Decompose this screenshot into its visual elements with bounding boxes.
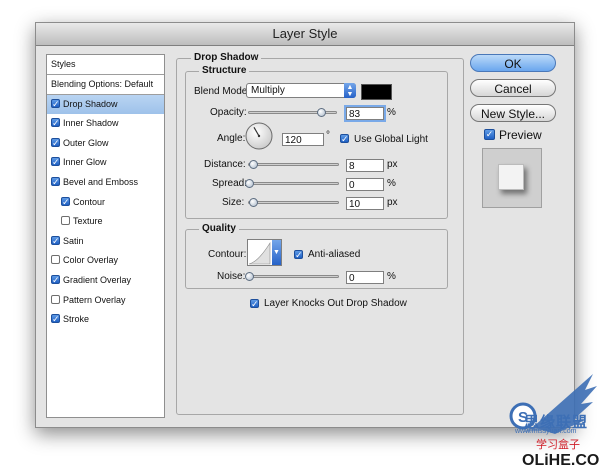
opacity-label: Opacity: — [210, 107, 247, 118]
distance-field[interactable]: 8 — [346, 159, 384, 172]
noise-unit: % — [387, 271, 396, 282]
style-item-label: Drop Shadow — [63, 98, 118, 109]
shadow-color-swatch[interactable] — [361, 84, 392, 100]
style-item-label: Gradient Overlay — [63, 275, 132, 285]
style-item-label: Blending Options: Default — [51, 79, 154, 89]
spread-field[interactable]: 0 — [346, 178, 384, 191]
anti-aliased-label: Anti-aliased — [308, 249, 361, 260]
size-slider-handle[interactable] — [248, 198, 258, 207]
angle-label: Angle: — [217, 133, 246, 144]
dialog-title: Layer Style — [36, 23, 574, 46]
style-item-outer-glow[interactable]: ✓ Outer Glow — [47, 134, 164, 153]
ok-button[interactable]: OK — [470, 54, 556, 72]
chevron-updown-icon: ▲ ▼ — [344, 83, 356, 98]
knockout-label: Layer Knocks Out Drop Shadow — [264, 298, 407, 309]
use-global-light-label: Use Global Light — [354, 134, 428, 145]
style-item-label: Pattern Overlay — [63, 294, 126, 305]
style-item-blending-options-default[interactable]: Blending Options: Default — [47, 75, 164, 95]
styles-list: Styles Blending Options: Default ✓ Drop Sha… — [46, 54, 165, 418]
opacity-unit: % — [387, 107, 396, 118]
chevron-down-icon: ▼ — [272, 240, 281, 265]
style-item-contour[interactable]: ✓ Contour — [47, 193, 164, 212]
style-item-checkbox[interactable]: ✓ — [51, 137, 60, 147]
style-item-gradient-overlay[interactable]: ✓ Gradient Overlay — [47, 271, 164, 290]
layer-style-dialog: Layer Style Styles Blending Options: Defa… — [35, 22, 575, 428]
new-style-button[interactable]: New Style... — [470, 104, 556, 122]
quality-title: Quality — [199, 223, 239, 235]
styles-list-header: Styles — [47, 55, 164, 75]
distance-unit: px — [387, 159, 398, 170]
styles-header-label: Styles — [51, 59, 76, 69]
spread-slider[interactable] — [245, 179, 339, 188]
opacity-slider[interactable] — [248, 108, 337, 117]
style-item-checkbox[interactable] — [51, 294, 60, 304]
style-item-checkbox[interactable]: ✓ — [51, 314, 60, 324]
style-item-checkbox[interactable]: ✓ — [51, 177, 60, 187]
size-field[interactable]: 10 — [346, 197, 384, 210]
spread-slider-handle[interactable] — [245, 179, 254, 188]
cancel-button[interactable]: Cancel — [470, 79, 556, 97]
watermark-cn-text: 学习盒子 — [536, 438, 580, 451]
noise-field[interactable]: 0 — [346, 271, 384, 284]
style-item-checkbox[interactable]: ✓ — [51, 275, 60, 285]
style-item-label: Satin — [63, 235, 84, 246]
style-item-label: Contour — [73, 196, 106, 207]
anti-aliased-checkbox[interactable]: ✓ — [294, 250, 303, 260]
blend-mode-select[interactable]: Multiply ▲ ▼ — [246, 83, 356, 98]
style-item-stroke[interactable]: ✓ Stroke — [47, 310, 164, 329]
size-slider[interactable] — [248, 198, 339, 207]
noise-label: Noise: — [217, 271, 246, 282]
preview-swatch — [498, 164, 524, 190]
contour-curve-icon — [248, 241, 271, 265]
preview-checkbox[interactable]: ✓ — [484, 129, 495, 140]
style-item-label: Inner Shadow — [63, 118, 119, 129]
angle-dial[interactable] — [245, 122, 273, 150]
style-item-label: Inner Glow — [63, 157, 107, 168]
style-item-label: Color Overlay — [63, 255, 119, 266]
style-item-checkbox[interactable]: ✓ — [51, 157, 60, 167]
style-item-bevel-and-emboss[interactable]: ✓ Bevel and Emboss — [47, 173, 164, 192]
style-item-checkbox[interactable]: ✓ — [61, 196, 70, 206]
style-item-label: Bevel and Emboss — [63, 177, 139, 187]
size-unit: px — [387, 197, 398, 208]
opacity-field[interactable]: 83 — [346, 107, 384, 120]
spread-unit: % — [387, 178, 396, 189]
style-item-label: Stroke — [63, 314, 90, 325]
distance-slider[interactable] — [248, 160, 339, 169]
knockout-checkbox[interactable]: ✓ — [250, 299, 259, 309]
style-item-checkbox[interactable] — [51, 255, 60, 265]
watermark-brand: OLiHE.COM — [522, 452, 600, 469]
style-item-checkbox[interactable]: ✓ — [51, 235, 60, 245]
style-item-checkbox[interactable]: ✓ — [51, 118, 60, 128]
style-item-inner-shadow[interactable]: ✓ Inner Shadow — [47, 114, 164, 133]
preview-label: Preview — [499, 128, 542, 142]
style-item-inner-glow[interactable]: ✓ Inner Glow — [47, 153, 164, 172]
watermark-url: www.missyuan.com — [515, 428, 577, 435]
style-item-texture[interactable]: Texture — [47, 212, 164, 231]
noise-slider-handle[interactable] — [245, 272, 254, 281]
preview-thumbnail — [482, 148, 542, 208]
blend-mode-value: Multiply — [251, 85, 285, 96]
angle-field[interactable]: 120 — [282, 133, 324, 146]
style-item-pattern-overlay[interactable]: Pattern Overlay — [47, 291, 164, 310]
style-item-color-overlay[interactable]: Color Overlay — [47, 251, 164, 270]
spread-label: Spread: — [212, 178, 248, 189]
style-item-label: Texture — [73, 216, 103, 227]
style-item-label: Outer Glow — [63, 137, 109, 148]
drop-shadow-title: Drop Shadow — [191, 52, 262, 64]
size-label: Size: — [222, 197, 245, 208]
noise-slider[interactable] — [245, 272, 339, 281]
structure-title: Structure — [199, 65, 250, 77]
blend-mode-label: Blend Mode: — [194, 86, 251, 97]
use-global-light-checkbox[interactable]: ✓ — [340, 134, 349, 144]
style-item-checkbox[interactable] — [61, 216, 70, 226]
distance-slider-handle[interactable] — [248, 160, 258, 169]
style-item-satin[interactable]: ✓ Satin — [47, 232, 164, 251]
style-item-drop-shadow[interactable]: ✓ Drop Shadow — [47, 94, 164, 114]
contour-label: Contour: — [208, 249, 247, 260]
style-item-checkbox[interactable]: ✓ — [51, 98, 60, 108]
distance-label: Distance: — [204, 159, 246, 170]
angle-unit: ° — [326, 130, 330, 141]
contour-picker[interactable]: ▼ — [247, 239, 282, 266]
